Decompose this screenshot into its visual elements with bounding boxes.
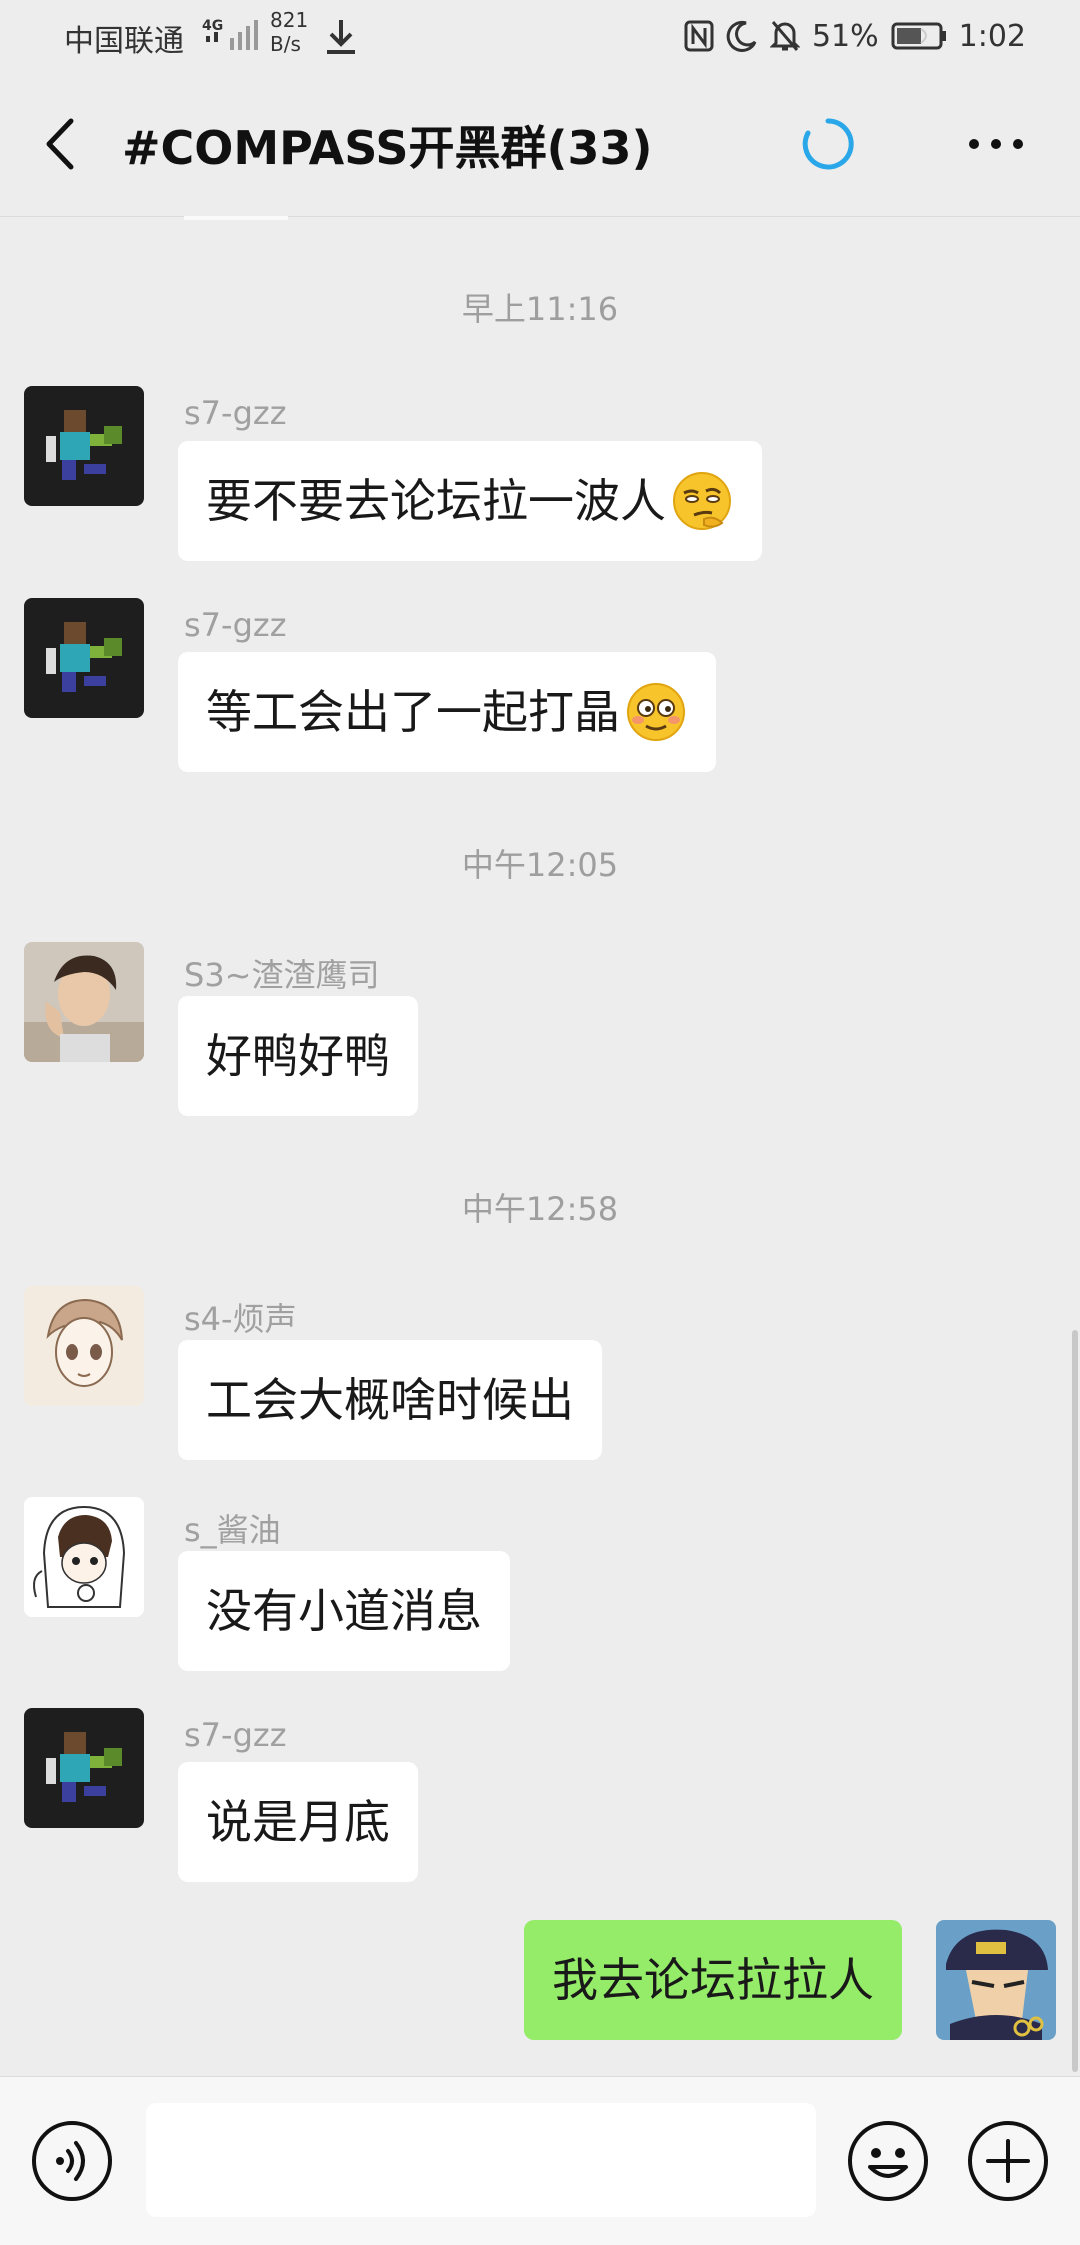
message-bubble[interactable]: 没有小道消息 bbox=[178, 1551, 510, 1671]
message-text: 我去论坛拉拉人 bbox=[552, 1953, 874, 2007]
voice-icon[interactable] bbox=[30, 2119, 114, 2203]
battery-percent: 51% bbox=[811, 18, 879, 54]
status-bar: 中国联通 4G 821 B/s 51% 1:02 bbox=[0, 0, 1080, 72]
message-input[interactable] bbox=[146, 2103, 816, 2217]
plus-icon[interactable] bbox=[966, 2119, 1050, 2203]
clock: 1:02 bbox=[958, 18, 1026, 54]
input-bar bbox=[0, 2076, 1080, 2245]
svg-text:4G: 4G bbox=[202, 18, 223, 34]
sender-name: s7-gzz bbox=[184, 1716, 287, 1754]
chat-title: #COMPASS开黑群(33) bbox=[122, 121, 653, 175]
signal-icon: 4G bbox=[202, 18, 258, 50]
flushed-face-icon bbox=[624, 680, 688, 744]
avatar-s7-gzz[interactable] bbox=[24, 386, 144, 506]
message-text: 等工会出了一起打晶 bbox=[206, 685, 620, 739]
message-bubble[interactable]: 说是月底 bbox=[178, 1762, 418, 1882]
speed-value: 821 bbox=[270, 8, 309, 32]
message-bubble[interactable]: 好鸭好鸭 bbox=[178, 996, 418, 1116]
sender-name: s4-烦声 bbox=[184, 1300, 297, 1338]
timestamp: 早上11:16 bbox=[461, 290, 619, 328]
mute-bell-icon bbox=[769, 21, 800, 51]
nfc-icon bbox=[684, 20, 714, 52]
back-button[interactable] bbox=[30, 108, 90, 180]
message-bubble[interactable]: 要不要去论坛拉一波人 bbox=[178, 441, 762, 561]
avatar-me[interactable] bbox=[936, 1920, 1056, 2040]
chat-header: #COMPASS开黑群(33) bbox=[0, 72, 1080, 217]
timestamp: 中午12:58 bbox=[461, 1190, 619, 1228]
sender-name: S3~渣渣鹰司 bbox=[184, 956, 380, 994]
avatar-s-jiangyou[interactable] bbox=[24, 1497, 144, 1617]
loading-spinner-icon bbox=[802, 118, 854, 170]
timestamp: 中午12:05 bbox=[461, 846, 619, 884]
status-right: 51% 1:02 bbox=[684, 14, 1026, 58]
download-icon bbox=[327, 20, 355, 54]
emoji-icon[interactable] bbox=[846, 2119, 930, 2203]
message-bubble[interactable]: 等工会出了一起打晶 bbox=[178, 652, 716, 772]
message-text: 好鸭好鸭 bbox=[206, 1029, 390, 1083]
speed-unit: B/s bbox=[270, 32, 301, 56]
smirk-face-icon bbox=[670, 469, 734, 533]
message-text: 没有小道消息 bbox=[206, 1584, 482, 1638]
battery-icon bbox=[891, 22, 946, 50]
sender-name: s_酱油 bbox=[184, 1511, 281, 1549]
header-divider bbox=[184, 216, 288, 220]
scrollbar[interactable] bbox=[1072, 1330, 1078, 2072]
moon-icon bbox=[726, 20, 757, 52]
message-text: 工会大概啥时候出 bbox=[206, 1373, 574, 1427]
message-text: 要不要去论坛拉一波人 bbox=[206, 474, 666, 528]
back-arrow-icon bbox=[46, 118, 74, 170]
network-speed: 821 B/s bbox=[270, 8, 308, 56]
carrier-label: 中国联通 bbox=[64, 24, 184, 59]
sender-name: s7-gzz bbox=[184, 606, 287, 644]
avatar-s7-gzz[interactable] bbox=[24, 1708, 144, 1828]
message-text: 说是月底 bbox=[206, 1795, 390, 1849]
more-dots-icon bbox=[969, 139, 1023, 149]
avatar-s4[interactable] bbox=[24, 1286, 144, 1406]
avatar-s3[interactable] bbox=[24, 942, 144, 1062]
my-message-bubble[interactable]: 我去论坛拉拉人 bbox=[524, 1920, 902, 2040]
avatar-s7-gzz[interactable] bbox=[24, 598, 144, 718]
message-bubble[interactable]: 工会大概啥时候出 bbox=[178, 1340, 602, 1460]
more-button[interactable] bbox=[960, 116, 1032, 172]
sender-name: s7-gzz bbox=[184, 394, 287, 432]
